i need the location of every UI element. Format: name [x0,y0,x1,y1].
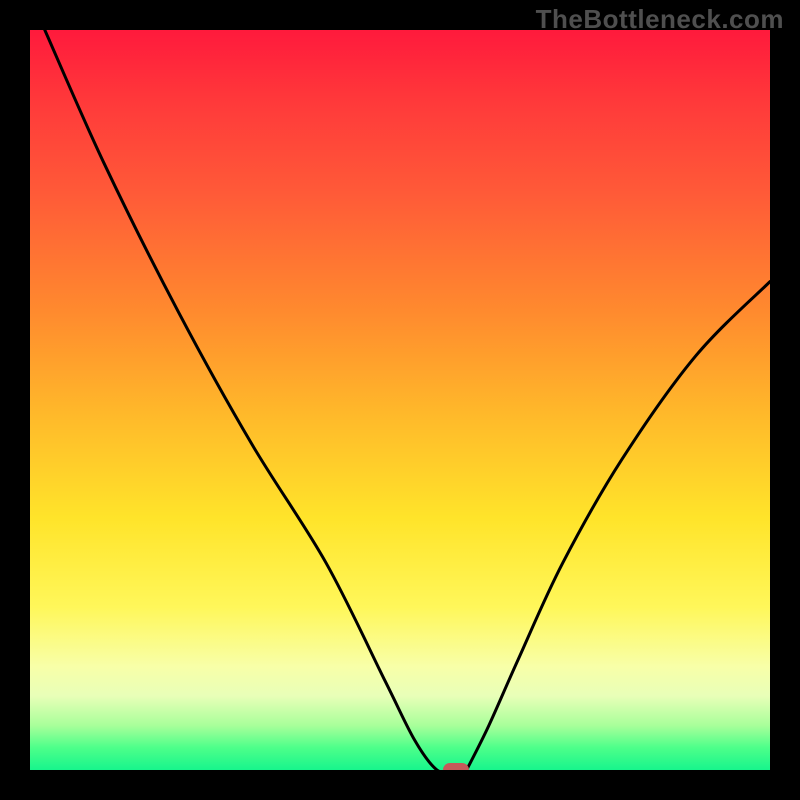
bottleneck-marker [443,763,469,770]
watermark-text: TheBottleneck.com [536,4,784,35]
curve-left-path [45,30,452,770]
plot-area [30,30,770,770]
bottleneck-curve [30,30,770,770]
chart-frame: TheBottleneck.com [0,0,800,800]
curve-right-path [467,282,770,770]
